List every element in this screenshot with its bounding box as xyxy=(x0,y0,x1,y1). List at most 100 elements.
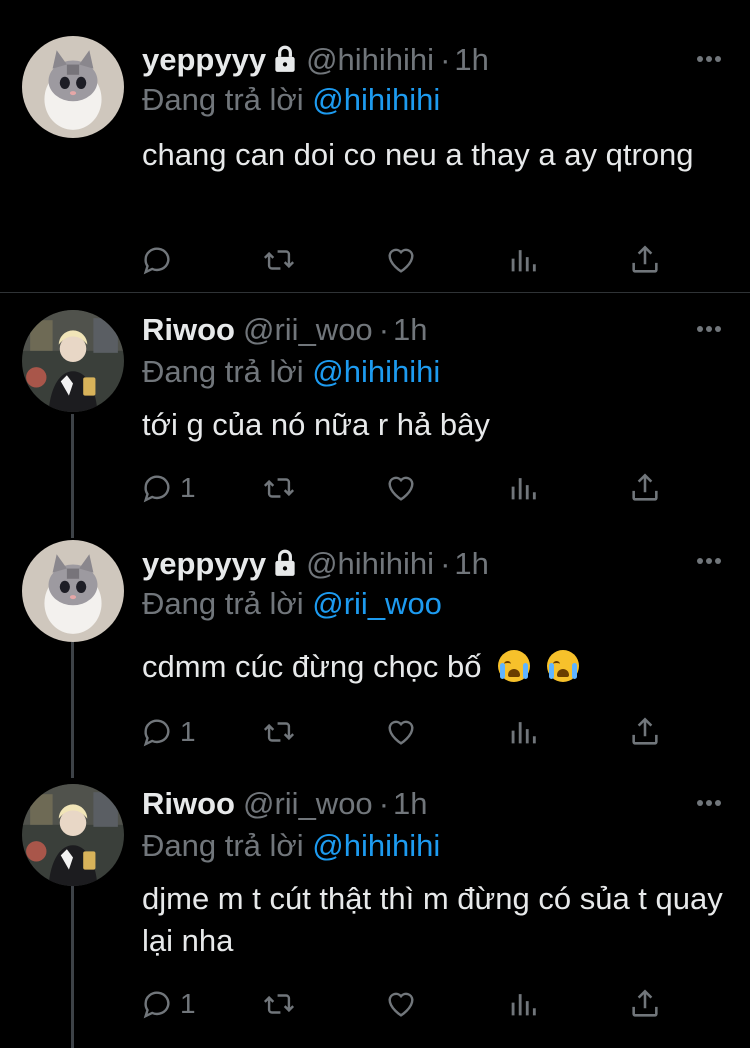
reply-mention[interactable]: @hihihihi xyxy=(312,828,440,863)
share-icon xyxy=(632,717,658,745)
reply-icon xyxy=(143,247,170,275)
tweet-text: tới g của nó nữa r hả bây xyxy=(142,407,490,442)
share-button[interactable] xyxy=(628,712,662,752)
tweet-text-row: cdmm cúc đừng chọc bố xyxy=(142,646,732,688)
reply-icon xyxy=(143,719,170,747)
avatar[interactable] xyxy=(22,540,124,642)
display-name[interactable]: yeppyyy xyxy=(142,546,266,581)
avatar[interactable] xyxy=(22,36,124,138)
replying-to-label: Đang trả lời xyxy=(142,586,304,621)
avatar[interactable] xyxy=(22,784,124,886)
separator-dot: · xyxy=(378,786,390,821)
reply-mention[interactable]: @hihihihi xyxy=(312,354,440,389)
retweet-icon xyxy=(263,994,295,1014)
more-icon[interactable] xyxy=(696,798,722,808)
replying-to-label: Đang trả lời xyxy=(142,82,304,117)
like-button[interactable] xyxy=(384,984,418,1024)
tweet-actions xyxy=(140,240,700,280)
tweet-text: djme m t cút thật thì m đừng có sủa t qu… xyxy=(142,881,723,958)
replying-to: Đang trả lời @rii_woo xyxy=(142,584,442,624)
lock-icon xyxy=(275,45,295,72)
views-button[interactable] xyxy=(506,712,540,752)
retweet-icon xyxy=(263,250,295,270)
display-name[interactable]: yeppyyy xyxy=(142,42,266,77)
person-avatar-icon xyxy=(22,310,124,412)
tweet[interactable]: yeppyyy @hihihihi · 1h Đang trả lời @rii_wo… xyxy=(0,528,750,774)
tweet-text: chang can doi co neu a thay a ay qtrong xyxy=(142,137,694,172)
avatar[interactable] xyxy=(22,310,124,412)
display-name[interactable]: Riwoo xyxy=(142,786,235,821)
views-icon xyxy=(511,478,536,500)
separator-dot: · xyxy=(378,312,390,347)
lock-icon xyxy=(275,549,295,576)
tweet-actions: 1 xyxy=(140,984,700,1024)
user-handle[interactable]: @hihihihi xyxy=(306,546,434,581)
user-handle[interactable]: @rii_woo xyxy=(243,312,373,347)
timestamp[interactable]: 1h xyxy=(454,42,488,77)
loudly-crying-emoji-icon xyxy=(546,650,579,682)
tweet-actions: 1 xyxy=(140,712,700,752)
views-icon xyxy=(511,994,536,1016)
reply-icon xyxy=(143,991,170,1019)
more-icon[interactable] xyxy=(696,54,722,64)
display-name[interactable]: Riwoo xyxy=(142,312,235,347)
timestamp[interactable]: 1h xyxy=(454,546,488,581)
more-icon[interactable] xyxy=(696,556,722,566)
views-icon xyxy=(511,250,536,272)
share-button[interactable] xyxy=(628,240,662,280)
share-button[interactable] xyxy=(628,468,662,508)
like-icon xyxy=(388,992,414,1017)
reply-count: 1 xyxy=(180,472,196,503)
reply-mention[interactable]: @rii_woo xyxy=(312,586,442,621)
more-icon[interactable] xyxy=(696,324,722,334)
reply-icon xyxy=(143,475,170,503)
share-icon xyxy=(632,989,658,1017)
share-icon xyxy=(632,473,658,501)
share-icon xyxy=(632,245,658,273)
views-button[interactable] xyxy=(506,240,540,280)
views-button[interactable] xyxy=(506,468,540,508)
loudly-crying-emoji-icon xyxy=(498,650,531,682)
retweet-button[interactable] xyxy=(262,712,296,752)
reply-count: 1 xyxy=(180,716,196,747)
replying-to: Đang trả lời @hihihihi xyxy=(142,826,440,866)
like-button[interactable] xyxy=(384,240,418,280)
retweet-button[interactable] xyxy=(262,984,296,1024)
tweet[interactable]: Riwoo @rii_woo · 1h Đang trả lời @hihihihi … xyxy=(0,292,750,528)
views-icon xyxy=(511,722,536,744)
tweet[interactable]: Riwoo @rii_woo · 1h Đang trả lời @hihihihi … xyxy=(0,774,750,1048)
cat-avatar-icon xyxy=(22,36,124,138)
replying-to-label: Đang trả lời xyxy=(142,354,304,389)
reply-button[interactable]: 1 xyxy=(140,712,196,752)
person-avatar-icon xyxy=(22,784,124,886)
reply-count: 1 xyxy=(180,988,196,1019)
replying-to: Đang trả lời @hihihihi xyxy=(142,352,440,392)
reply-mention[interactable]: @hihihihi xyxy=(312,82,440,117)
retweet-icon xyxy=(263,478,295,498)
user-handle[interactable]: @rii_woo xyxy=(243,786,373,821)
timestamp[interactable]: 1h xyxy=(393,312,427,347)
retweet-button[interactable] xyxy=(262,240,296,280)
like-icon xyxy=(388,248,414,273)
reply-button[interactable] xyxy=(140,240,180,280)
retweet-button[interactable] xyxy=(262,468,296,508)
like-icon xyxy=(388,720,414,745)
user-handle[interactable]: @hihihihi xyxy=(306,42,434,77)
separator-dot: · xyxy=(440,546,451,581)
timestamp[interactable]: 1h xyxy=(393,786,427,821)
like-button[interactable] xyxy=(384,712,418,752)
cat-avatar-icon xyxy=(22,540,124,642)
retweet-icon xyxy=(263,722,295,742)
share-button[interactable] xyxy=(628,984,662,1024)
tweet-actions: 1 xyxy=(140,468,700,508)
tweet[interactable]: yeppyyy @hihihihi · 1h Đang trả lời @hihihi… xyxy=(0,0,750,292)
replying-to: Đang trả lời @hihihihi xyxy=(142,80,440,120)
replying-to-label: Đang trả lời xyxy=(142,828,304,863)
like-button[interactable] xyxy=(384,468,418,508)
reply-button[interactable]: 1 xyxy=(140,984,196,1024)
reply-button[interactable]: 1 xyxy=(140,468,196,508)
tweet-text: cdmm cúc đừng chọc bố xyxy=(142,649,482,684)
separator-dot: · xyxy=(440,42,451,77)
like-icon xyxy=(388,476,414,501)
views-button[interactable] xyxy=(506,984,540,1024)
